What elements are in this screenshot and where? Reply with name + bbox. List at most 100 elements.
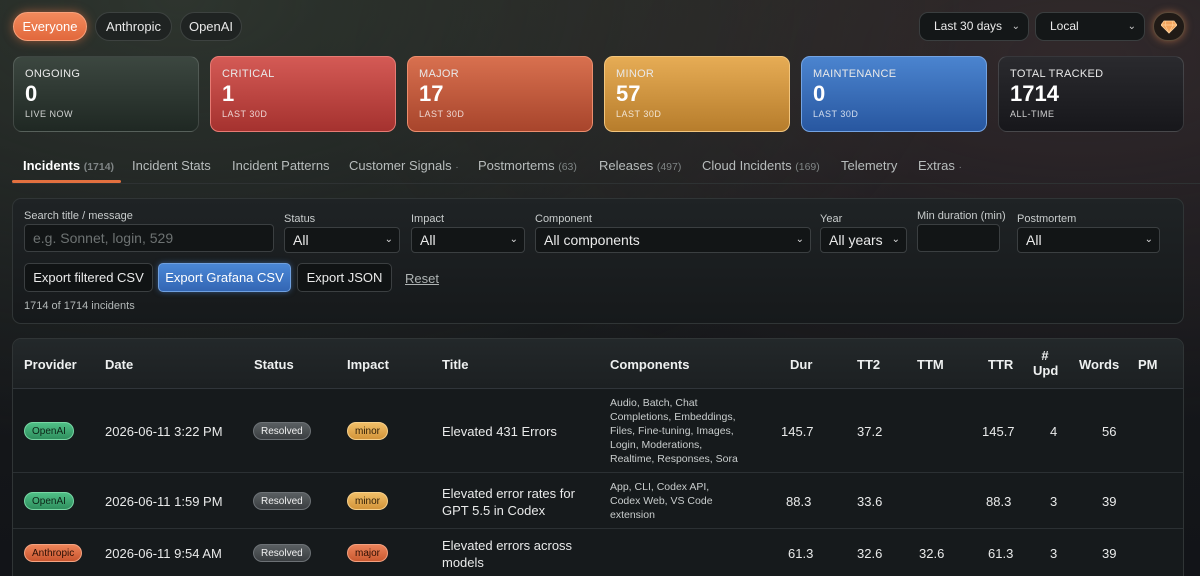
duration-input[interactable] — [917, 224, 1000, 252]
row-title-line: Elevated error rates for — [442, 486, 575, 501]
impact-select[interactable]: All ⌄ — [411, 227, 525, 253]
table-row[interactable]: Anthropic 2026-06-11 9:54 AM Resolved ma… — [13, 529, 1183, 576]
col-title[interactable]: Title — [442, 357, 469, 372]
col-dur[interactable]: Dur — [790, 357, 812, 372]
tab-label: Incident Stats — [132, 158, 211, 173]
table-header: Provider Date Status Impact Title Compon… — [13, 339, 1183, 389]
stat-card-maintenance: MAINTENANCE 0 LAST 30D — [801, 56, 987, 132]
row-tt2: 32.6 — [857, 546, 883, 561]
tab-count: · — [958, 161, 962, 173]
tab-cloud-incidents[interactable]: Cloud Incidents (169) — [702, 158, 820, 173]
filter-pill-anthropic[interactable]: Anthropic — [95, 12, 172, 41]
postmortem-select[interactable]: All ⌄ — [1017, 227, 1160, 253]
tab-count: (497) — [656, 161, 682, 173]
provider-badge: Anthropic — [24, 544, 83, 562]
row-title[interactable]: Elevated error rates for GPT 5.5 in Code… — [442, 485, 575, 519]
row-tt2: 37.2 — [857, 424, 883, 439]
row-dur: 145.7 — [781, 424, 814, 439]
tab-incidents[interactable]: Incidents (1714) — [23, 158, 114, 173]
stat-card-label: ONGOING — [25, 68, 81, 80]
export-json-button[interactable]: Export JSON — [297, 263, 392, 292]
col-ttm[interactable]: TTM — [917, 357, 944, 372]
stat-card-major: MAJOR 17 LAST 30D — [407, 56, 593, 132]
tab-label: Extras — [918, 158, 955, 173]
row-component-line: App, CLI, Codex API, — [610, 481, 710, 493]
col-date[interactable]: Date — [105, 357, 133, 372]
stat-card-label: MINOR — [616, 68, 655, 80]
stat-card-value: 57 — [616, 81, 641, 106]
impact-badge: major — [347, 544, 389, 562]
search-label: Search title / message — [24, 210, 133, 222]
stat-card-value: 0 — [25, 81, 38, 106]
row-words: 39 — [1102, 494, 1117, 509]
impact-select-value: All — [420, 232, 436, 248]
stat-card-total: TOTAL TRACKED 1714 ALL-TIME — [998, 56, 1184, 132]
row-updates: 3 — [1050, 494, 1058, 509]
table-row[interactable]: OpenAI 2026-06-11 3:22 PM Resolved minor… — [13, 389, 1183, 473]
theme-button[interactable] — [1153, 12, 1185, 41]
status-select[interactable]: All ⌄ — [284, 227, 400, 253]
postmortem-select-value: All — [1026, 232, 1042, 248]
tab-label: Postmortems — [478, 158, 555, 173]
tab-telemetry[interactable]: Telemetry — [841, 158, 897, 173]
col-tt2[interactable]: TT2 — [857, 357, 880, 372]
col-impact[interactable]: Impact — [347, 357, 389, 372]
col-status[interactable]: Status — [254, 357, 294, 372]
row-title[interactable]: Elevated 431 Errors — [442, 424, 557, 439]
row-component-line: Completions, Embeddings, — [610, 411, 736, 423]
tab-customer-signals[interactable]: Customer Signals · — [349, 158, 459, 173]
tab-postmortems[interactable]: Postmortems (63) — [478, 158, 577, 173]
stat-card-value: 0 — [813, 81, 826, 106]
export-grafana-csv-button[interactable]: Export Grafana CSV — [158, 263, 291, 292]
tab-label: Customer Signals — [349, 158, 452, 173]
row-component-line: extension — [610, 509, 655, 521]
col-provider[interactable]: Provider — [24, 357, 77, 372]
tab-releases[interactable]: Releases (497) — [599, 158, 681, 173]
tab-incident-stats[interactable]: Incident Stats — [132, 158, 211, 173]
timezone-select-value: Local — [1050, 19, 1079, 33]
chevron-down-icon: ⌄ — [509, 234, 518, 245]
stat-card-sub: LAST 30D — [222, 109, 268, 119]
tab-count: (169) — [795, 161, 820, 173]
col-updates-line2: Upd — [1033, 363, 1059, 378]
tab-incident-patterns[interactable]: Incident Patterns — [232, 158, 330, 173]
stat-card-label: MAINTENANCE — [813, 68, 897, 80]
stat-card-sub: LIVE NOW — [25, 109, 74, 119]
filter-pill-everyone[interactable]: Everyone — [13, 12, 87, 41]
col-components[interactable]: Components — [610, 357, 689, 372]
chevron-down-icon: ⌄ — [1011, 21, 1020, 32]
component-select-value: All components — [544, 232, 640, 248]
chevron-down-icon: ⌄ — [1144, 234, 1153, 245]
range-select-value: Last 30 days — [934, 19, 1003, 33]
table-row[interactable]: OpenAI 2026-06-11 1:59 PM Resolved minor… — [13, 473, 1183, 529]
status-badge: Resolved — [253, 422, 311, 440]
timezone-select[interactable]: Local ⌄ — [1035, 12, 1145, 41]
row-title-line: GPT 5.5 in Codex — [442, 503, 546, 518]
component-select[interactable]: All components ⌄ — [535, 227, 811, 253]
reset-link[interactable]: Reset — [405, 271, 439, 286]
tab-count: (63) — [558, 161, 577, 173]
search-input[interactable] — [24, 224, 274, 252]
stat-card-label: TOTAL TRACKED — [1010, 68, 1104, 80]
stat-card-value: 1714 — [1010, 81, 1059, 106]
col-words[interactable]: Words — [1079, 357, 1119, 372]
col-updates[interactable]: # Upd — [1033, 348, 1059, 378]
stat-card-label: CRITICAL — [222, 68, 275, 80]
row-ttr: 61.3 — [988, 546, 1014, 561]
status-select-value: All — [293, 232, 309, 248]
row-title[interactable]: Elevated errors across models — [442, 537, 572, 571]
col-ttr[interactable]: TTR — [988, 357, 1013, 372]
col-pm[interactable]: PM — [1138, 357, 1158, 372]
status-badge: Resolved — [253, 544, 311, 562]
year-select[interactable]: All years ⌄ — [820, 227, 907, 253]
range-select[interactable]: Last 30 days ⌄ — [919, 12, 1029, 41]
chevron-down-icon: ⌄ — [891, 234, 900, 245]
export-filtered-csv-button[interactable]: Export filtered CSV — [24, 263, 153, 292]
chevron-down-icon: ⌄ — [384, 234, 393, 245]
tab-label: Telemetry — [841, 158, 898, 173]
tab-extras[interactable]: Extras · — [918, 158, 962, 173]
incidents-table: Provider Date Status Impact Title Compon… — [12, 338, 1184, 576]
row-updates: 3 — [1050, 546, 1058, 561]
filter-pill-openai[interactable]: OpenAI — [180, 12, 242, 41]
tab-count: (1714) — [83, 161, 115, 173]
